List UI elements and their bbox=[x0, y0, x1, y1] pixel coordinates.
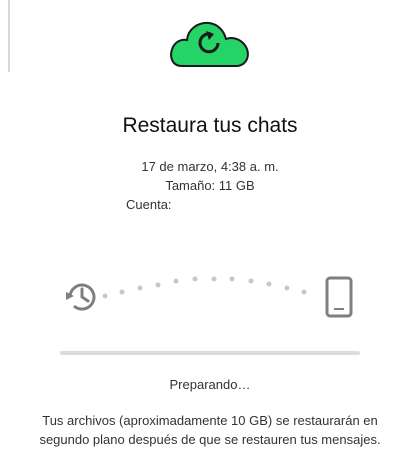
phone-icon bbox=[325, 276, 353, 318]
account-value bbox=[173, 196, 303, 212]
page-title: Restaura tus chats bbox=[122, 114, 298, 137]
backup-date: 17 de marzo, 4:38 a. m. bbox=[141, 159, 279, 174]
restore-status: Preparando… bbox=[169, 377, 251, 392]
backup-size: Tamaño: 11 GB bbox=[165, 178, 255, 193]
restore-progress-bar bbox=[60, 351, 360, 355]
cloud-restore-icon bbox=[166, 10, 256, 74]
scroll-edge-indicator bbox=[8, 0, 10, 72]
restore-transfer-illustration bbox=[0, 258, 420, 328]
transfer-dots bbox=[102, 276, 307, 299]
restore-note: Tus archivos (aproximadamente 10 GB) se … bbox=[39, 413, 381, 447]
account-label: Cuenta: bbox=[126, 197, 172, 212]
history-icon bbox=[66, 283, 96, 311]
